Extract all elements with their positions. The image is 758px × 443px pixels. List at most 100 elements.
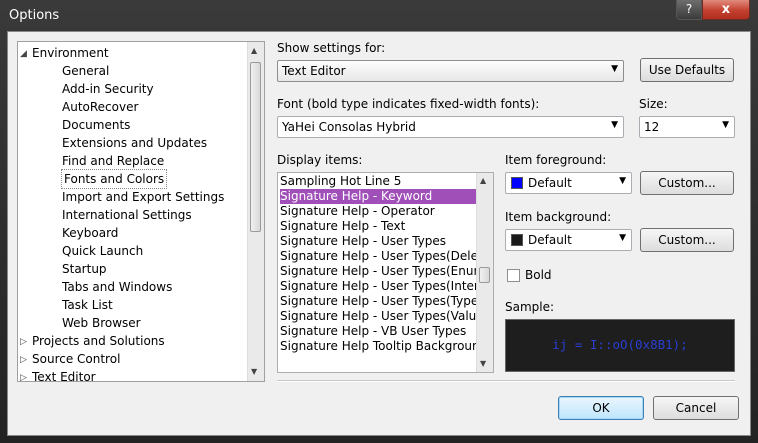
tree-item[interactable]: General	[62, 62, 109, 80]
tree-item-label: Source Control	[32, 352, 121, 366]
display-item[interactable]: Signature Help - User Types	[280, 234, 477, 249]
font-value: YaHei Consolas Hybrid	[282, 120, 416, 134]
window-title: Options	[9, 8, 60, 23]
display-items-list[interactable]: Sampling Hot Line 5 Signature Help - Keyw…	[277, 172, 494, 373]
item-background-combo[interactable]: Default ▼	[505, 229, 632, 251]
footer-separator	[277, 380, 735, 382]
display-item[interactable]: Signature Help - Text	[280, 219, 477, 234]
tree-item[interactable]: Tabs and Windows	[62, 278, 172, 296]
display-item[interactable]: Sampling Hot Line 5	[280, 174, 477, 189]
tree-item-label: Projects and Solutions	[32, 334, 165, 348]
dialog-client-area: ◢ Environment General Add-in Security AutoRe…	[7, 31, 751, 436]
size-value: 12	[644, 120, 660, 134]
chevron-down-icon: ▼	[619, 176, 626, 186]
tree-item[interactable]: Quick Launch	[62, 242, 143, 260]
display-item[interactable]: Signature Help - User Types(Enums)	[280, 264, 477, 279]
chevron-down-icon: ▼	[611, 120, 618, 130]
scroll-up-icon[interactable]: ▲	[251, 46, 257, 55]
display-items-scroll-thumb[interactable]	[479, 267, 490, 283]
tree-item[interactable]: Keyboard	[62, 224, 118, 242]
tree-item-label: Extensions and Updates	[62, 136, 208, 150]
tree-item-label: Text Editor	[32, 370, 96, 382]
tree-item[interactable]: Extensions and Updates	[62, 134, 207, 152]
tree-item[interactable]: ▷ Text Editor	[20, 368, 96, 382]
sample-preview: ij = I::oO(0x8B1);	[505, 319, 735, 372]
help-button[interactable]: ?	[676, 0, 702, 20]
expanded-arrow-icon[interactable]: ◢	[20, 45, 27, 63]
collapsed-arrow-icon[interactable]: ▷	[20, 369, 27, 381]
cancel-button[interactable]: Cancel	[653, 396, 739, 420]
scroll-down-icon[interactable]: ▼	[251, 367, 257, 376]
tree-item[interactable]: Startup	[62, 260, 107, 278]
options-tree[interactable]: ◢ Environment General Add-in Security AutoRe…	[17, 41, 265, 382]
show-settings-value: Text Editor	[282, 64, 346, 78]
bold-checkbox[interactable]	[507, 269, 520, 282]
tree-item-label: Startup	[62, 262, 107, 276]
show-settings-combo[interactable]: Text Editor ▼	[277, 60, 624, 82]
scroll-down-icon[interactable]: ▼	[480, 359, 486, 368]
tree-item[interactable]: Add-in Security	[62, 80, 154, 98]
scroll-up-icon[interactable]: ▲	[480, 176, 486, 185]
tree-item-label: Tabs and Windows	[62, 280, 173, 294]
display-item[interactable]: Signature Help - VB User Types	[280, 324, 477, 339]
use-defaults-button[interactable]: Use Defaults	[640, 58, 734, 82]
display-item[interactable]: Signature Help - User Types(Interfaces)	[280, 279, 477, 294]
display-items-label: Display items:	[277, 153, 363, 167]
background-custom-button[interactable]: Custom...	[640, 228, 734, 252]
ok-button[interactable]: OK	[558, 396, 644, 420]
tree-item[interactable]: International Settings	[62, 206, 192, 224]
tree-item-label: Fonts and Colors	[64, 172, 165, 186]
size-label: Size:	[639, 97, 668, 111]
show-settings-label: Show settings for:	[277, 41, 386, 55]
close-button[interactable]: x	[702, 0, 750, 20]
tree-item[interactable]: Documents	[62, 116, 130, 134]
title-bar[interactable]: Options ? x	[0, 0, 758, 32]
item-background-label: Item background:	[505, 210, 612, 224]
background-color-swatch	[511, 234, 523, 246]
display-item[interactable]: Signature Help - Keyword	[280, 189, 477, 204]
display-item[interactable]: Signature Help - Operator	[280, 204, 477, 219]
tree-scroll-thumb[interactable]	[250, 62, 261, 232]
item-foreground-value: Default	[528, 176, 572, 190]
tree-item-label: Keyboard	[62, 226, 119, 240]
font-label: Font (bold type indicates fixed-width fo…	[277, 97, 540, 111]
tree-item-label: Environment	[32, 46, 109, 60]
display-item[interactable]: Signature Help - User Types(Value Types)	[280, 309, 477, 324]
chevron-down-icon: ▼	[722, 120, 729, 130]
tree-item-label: Documents	[62, 118, 131, 132]
options-dialog: Options ? x ◢ Environment General Add-in Se…	[0, 0, 758, 443]
collapsed-arrow-icon[interactable]: ▷	[20, 351, 27, 369]
size-combo[interactable]: 12 ▼	[639, 116, 735, 138]
tree-item[interactable]: Find and Replace	[62, 152, 164, 170]
foreground-custom-button[interactable]: Custom...	[640, 171, 734, 195]
tree-item-label: General	[62, 64, 110, 78]
display-items-scrollbar[interactable]: ▲ ▼	[476, 173, 493, 372]
tree-item-label: Task List	[62, 298, 113, 312]
bold-label: Bold	[525, 268, 552, 282]
tree-item[interactable]: ▷ Source Control	[20, 350, 121, 368]
tree-item-label: AutoRecover	[62, 100, 139, 114]
sample-label: Sample:	[505, 300, 555, 314]
tree-item-label: International Settings	[62, 208, 192, 222]
display-item[interactable]: Signature Help Tooltip Background	[280, 339, 477, 354]
tree-item[interactable]: ◢ Environment	[20, 44, 109, 62]
tree-item[interactable]: ▷ Projects and Solutions	[20, 332, 165, 350]
tree-item-label: Import and Export Settings	[62, 190, 225, 204]
tree-scrollbar[interactable]: ▲ ▼	[247, 42, 264, 381]
tree-item-label: Add-in Security	[62, 82, 154, 96]
font-combo[interactable]: YaHei Consolas Hybrid ▼	[277, 116, 624, 138]
tree-item[interactable]: Import and Export Settings	[62, 188, 224, 206]
chevron-down-icon: ▼	[611, 64, 618, 74]
foreground-color-swatch	[511, 177, 523, 189]
chevron-down-icon: ▼	[619, 233, 626, 243]
tree-item-label: Find and Replace	[62, 154, 165, 168]
tree-item[interactable]: Task List	[62, 296, 113, 314]
tree-item[interactable]: Fonts and Colors	[60, 169, 168, 189]
tree-item[interactable]: AutoRecover	[62, 98, 138, 116]
collapsed-arrow-icon[interactable]: ▷	[20, 333, 27, 351]
item-foreground-combo[interactable]: Default ▼	[505, 172, 632, 194]
display-item[interactable]: Signature Help - User Types(Type paramet…	[280, 294, 477, 309]
display-item[interactable]: Signature Help - User Types(Delegates)	[280, 249, 477, 264]
item-foreground-label: Item foreground:	[505, 153, 607, 167]
tree-item[interactable]: Web Browser	[62, 314, 141, 332]
